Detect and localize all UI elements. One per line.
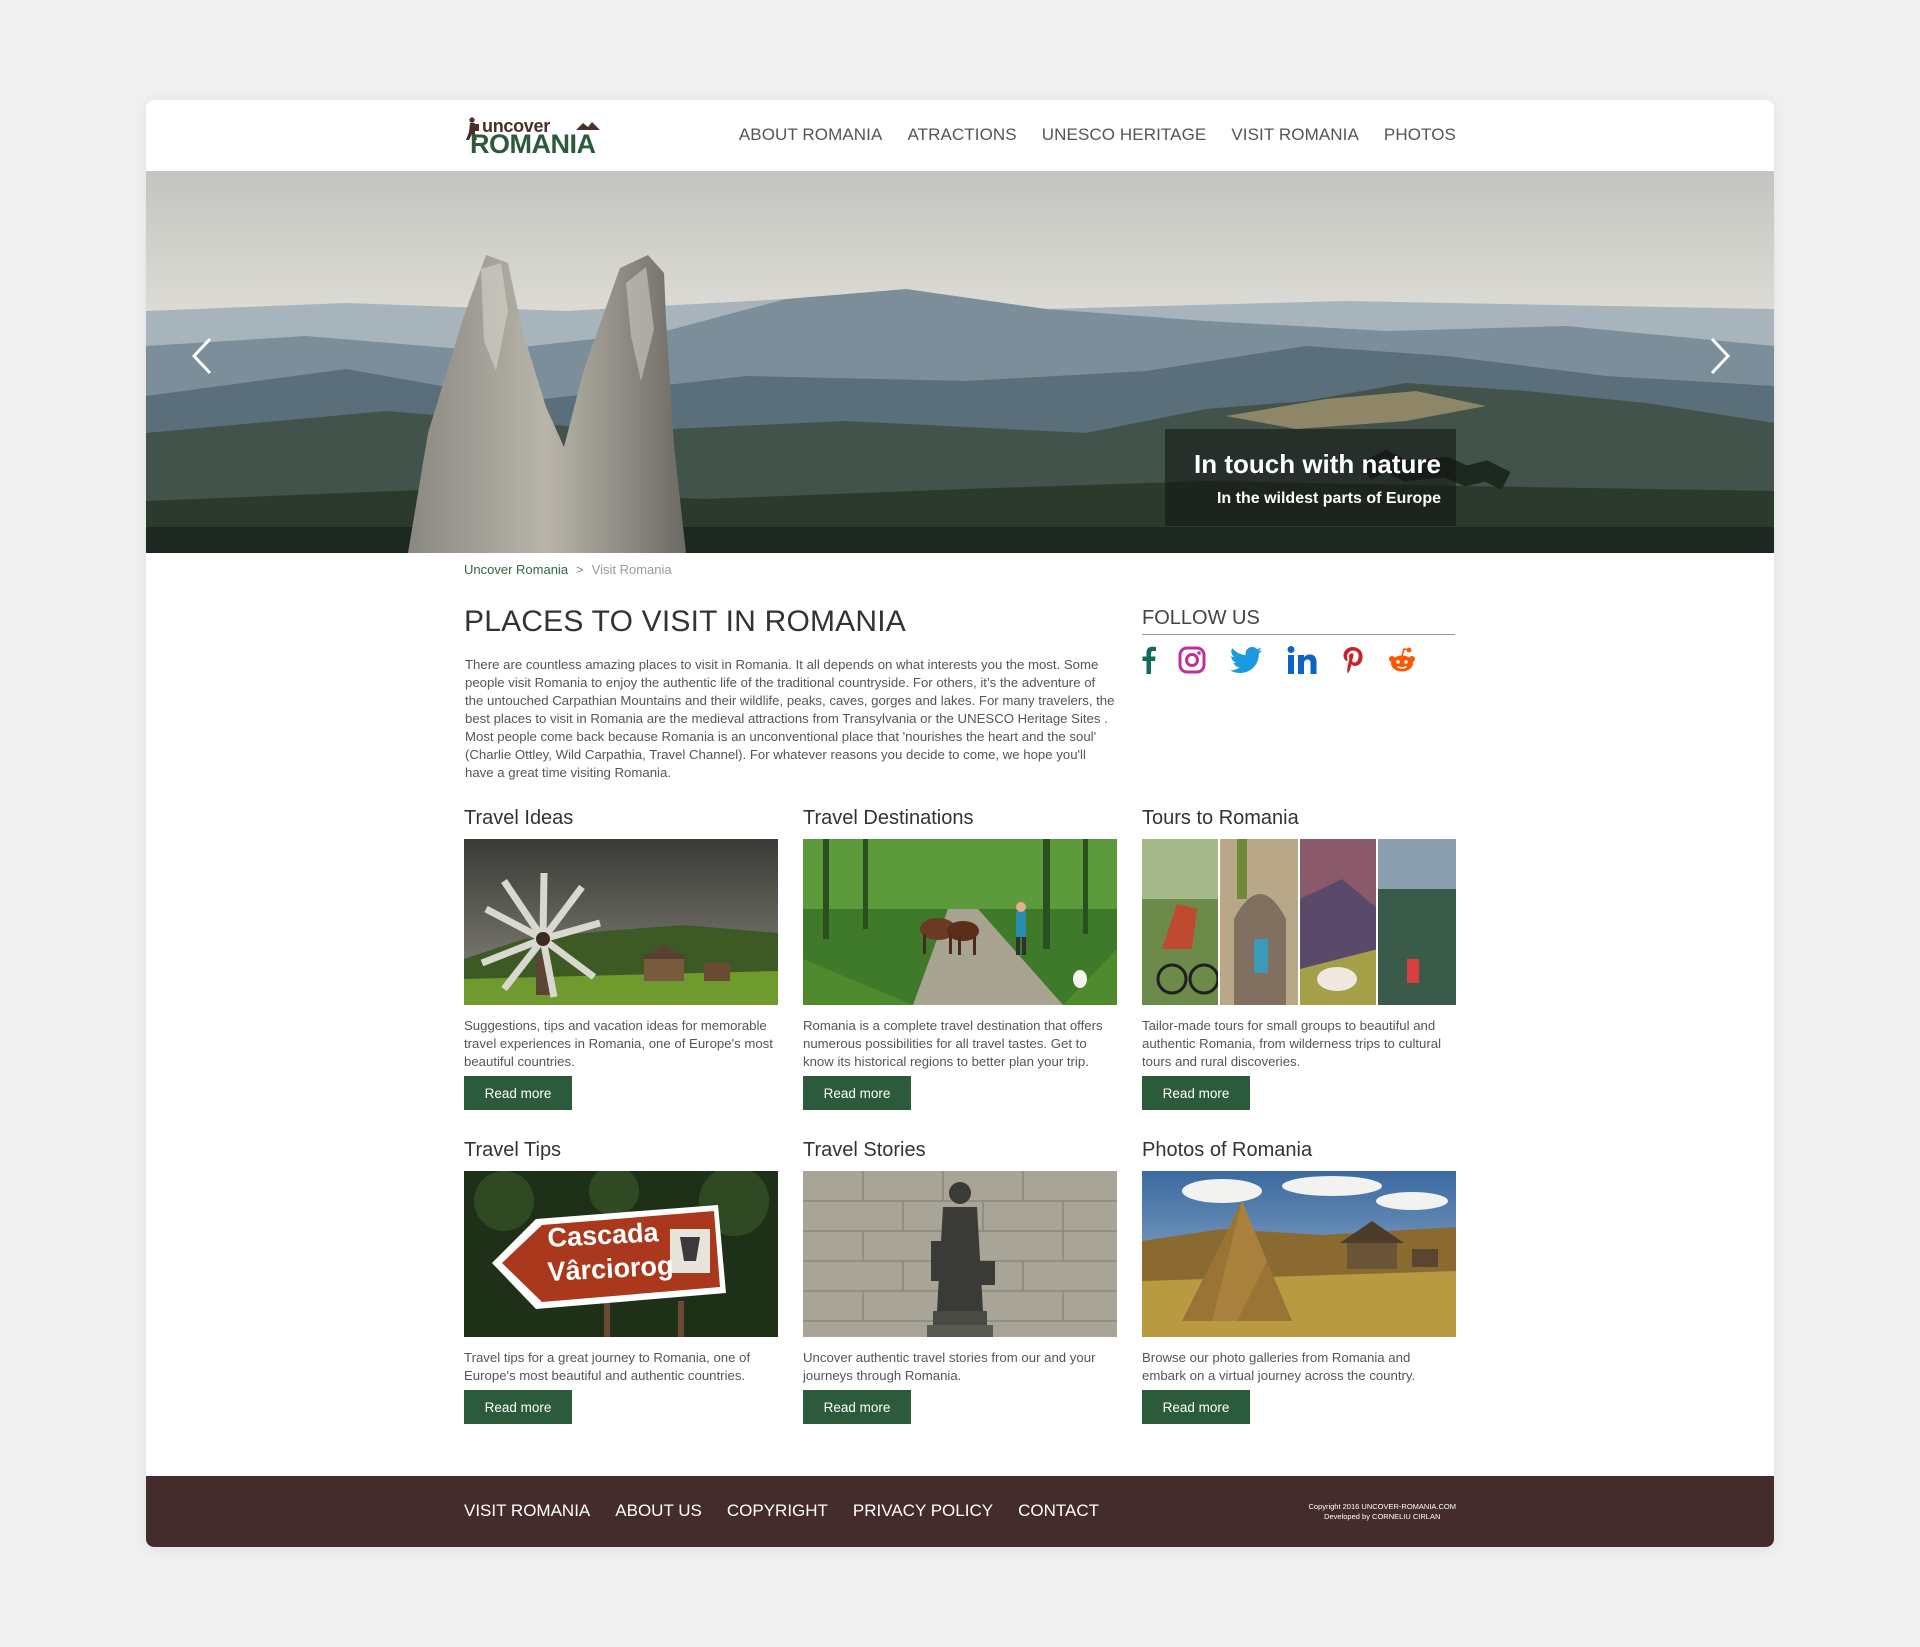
section-travel-ideas: Travel Ideas Suggestions, tips and vacat	[464, 806, 778, 1110]
page-card: uncover ROMANIA ABOUT ROMANIA ATRACTIONS…	[146, 100, 1774, 1547]
read-more-button[interactable]: Read more	[464, 1390, 572, 1424]
section-title: Travel Destinations	[803, 807, 974, 829]
section-description: Travel tips for a great journey to Roman…	[464, 1350, 751, 1383]
horse-cart-forest-photo	[803, 839, 1117, 1005]
nav-visit-romania[interactable]: VISIT ROMANIA	[1231, 124, 1359, 146]
nav-about-romania[interactable]: ABOUT ROMANIA	[739, 124, 883, 146]
section-photos-of-romania: Photos of Romania Browse our photo galle…	[1142, 1138, 1456, 1424]
linkedin-icon	[1287, 646, 1317, 674]
section-description: Uncover authentic travel stories from ou…	[803, 1350, 1096, 1383]
follow-us-title: FOLLOW US	[1142, 605, 1455, 635]
site-logo[interactable]: uncover ROMANIA	[464, 116, 620, 159]
footer-link-about-us[interactable]: ABOUT US	[615, 1500, 702, 1522]
section-description: Suggestions, tips and vacation ideas for…	[464, 1018, 773, 1069]
twitter-link[interactable]	[1230, 645, 1264, 675]
read-more-button[interactable]: Read more	[1142, 1076, 1250, 1110]
travel-stories-image[interactable]	[803, 1171, 1117, 1337]
section-travel-tips: Travel Tips Cascada Vârciorog Travel tip…	[464, 1138, 778, 1424]
section-description: Browse our photo galleries from Romania …	[1142, 1350, 1416, 1383]
slider-next-arrow[interactable]	[1706, 331, 1736, 381]
breadcrumb-current: Visit Romania	[591, 562, 672, 577]
breadcrumb-home-link[interactable]: Uncover Romania	[464, 562, 568, 577]
hero-mountain-image	[146, 171, 1774, 553]
tours-collage-photo	[1142, 839, 1456, 1005]
breadcrumb-separator: >	[576, 562, 584, 577]
section-title: Travel Stories	[803, 1139, 926, 1161]
read-more-button[interactable]: Read more	[803, 1076, 911, 1110]
nav-photos[interactable]: PHOTOS	[1384, 124, 1456, 146]
section-description: Tailor-made tours for small groups to be…	[1142, 1018, 1442, 1069]
section-travel-destinations: Travel Destinations Romania is a complet…	[803, 806, 1117, 1110]
read-more-button[interactable]: Read more	[803, 1390, 911, 1424]
facebook-link[interactable]	[1142, 645, 1156, 675]
hero-caption-title: In touch with nature	[1194, 449, 1441, 479]
instagram-link[interactable]	[1177, 645, 1207, 675]
travel-tips-image[interactable]: Cascada Vârciorog	[464, 1171, 778, 1337]
footer-link-visit-romania[interactable]: VISIT ROMANIA	[464, 1500, 590, 1522]
section-title: Tours to Romania	[1142, 807, 1299, 829]
hero-caption-subtitle: In the wildest parts of Europe	[1216, 490, 1441, 507]
footer-nav: VISIT ROMANIA ABOUT US COPYRIGHT PRIVACY…	[464, 1500, 1099, 1522]
section-title: Photos of Romania	[1142, 1139, 1313, 1161]
hero-caption: In touch with nature In the wildest part…	[1165, 429, 1456, 526]
copyright-text: Copyright 2016 UNCOVER-ROMANIA.COM	[1308, 1502, 1456, 1511]
reddit-icon	[1389, 647, 1415, 672]
waterfall-sign-photo: Cascada Vârciorog	[464, 1171, 778, 1337]
reddit-link[interactable]	[1388, 645, 1416, 675]
intro-paragraph: There are countless amazing places to vi…	[465, 657, 1115, 780]
main-nav: ABOUT ROMANIA ATRACTIONS UNESCO HERITAGE…	[739, 124, 1456, 146]
hero-slider: In touch with nature In the wildest part…	[146, 171, 1774, 553]
pinterest-link[interactable]	[1340, 645, 1366, 675]
footer-link-copyright[interactable]: COPYRIGHT	[727, 1500, 828, 1522]
chevron-right-icon	[1710, 337, 1731, 375]
site-header: uncover ROMANIA ABOUT ROMANIA ATRACTIONS…	[146, 100, 1774, 171]
linkedin-link[interactable]	[1286, 645, 1318, 675]
read-more-button[interactable]: Read more	[1142, 1390, 1250, 1424]
nav-unesco-heritage[interactable]: UNESCO HERITAGE	[1042, 124, 1207, 146]
footer-link-contact[interactable]: CONTACT	[1018, 1500, 1099, 1522]
facebook-icon	[1142, 646, 1156, 674]
chevron-left-icon	[191, 337, 212, 375]
windmill-photo	[464, 839, 778, 1005]
haystack-photo	[1142, 1171, 1456, 1337]
read-more-button[interactable]: Read more	[464, 1076, 572, 1110]
tours-collage-image[interactable]	[1142, 839, 1456, 1005]
instagram-icon	[1178, 646, 1206, 674]
section-title: Travel Tips	[464, 1139, 562, 1161]
pinterest-icon	[1343, 647, 1363, 674]
nav-atractions[interactable]: ATRACTIONS	[907, 124, 1016, 146]
photos-of-romania-image[interactable]	[1142, 1171, 1456, 1337]
twitter-icon	[1231, 647, 1262, 673]
developer-credit: Developed by CORNELIU CIRLAN	[1324, 1512, 1441, 1521]
statue-photo	[803, 1171, 1117, 1337]
section-travel-stories: Travel Stories Uncover authentic travel …	[803, 1138, 1117, 1424]
page-title: PLACES TO VISIT IN ROMANIA	[464, 605, 906, 638]
breadcrumb: Uncover Romania > Visit Romania	[464, 562, 672, 577]
follow-us-widget: FOLLOW US	[1142, 605, 1455, 674]
travel-ideas-image[interactable]	[464, 839, 778, 1005]
site-footer: VISIT ROMANIA ABOUT US COPYRIGHT PRIVACY…	[146, 1476, 1774, 1547]
slider-prev-arrow[interactable]	[186, 331, 216, 381]
section-tours-to-romania: Tours to Romania Tailor-made tours for s…	[1142, 806, 1456, 1110]
sign-text-line1: Cascada	[547, 1217, 660, 1253]
footer-link-privacy-policy[interactable]: PRIVACY POLICY	[853, 1500, 993, 1522]
section-title: Travel Ideas	[464, 807, 574, 829]
logo-text-romania: ROMANIA	[470, 129, 596, 159]
section-description: Romania is a complete travel destination…	[803, 1018, 1103, 1069]
travel-destinations-image[interactable]	[803, 839, 1117, 1005]
footer-copyright: Copyright 2016 UNCOVER-ROMANIA.COM Devel…	[1308, 1502, 1456, 1522]
